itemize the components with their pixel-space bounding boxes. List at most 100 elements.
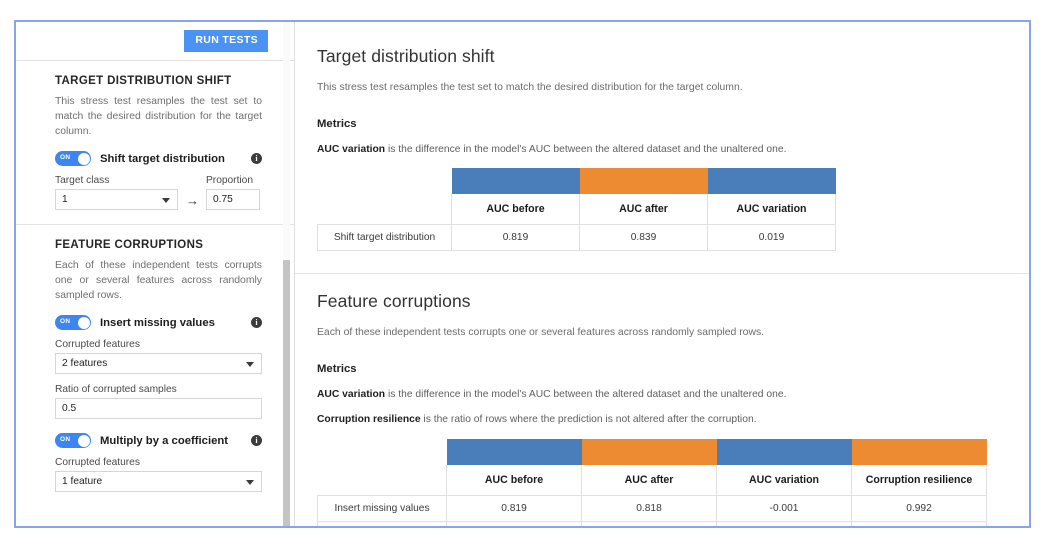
table-row: Shift target distribution 0.819 0.839 0.… — [317, 224, 836, 252]
toggle-knob — [77, 434, 90, 447]
cell-auc-before: 0.819 — [446, 495, 582, 523]
corrupted-features-value: 1 feature — [62, 476, 103, 488]
section-target-distribution-shift: Target distribution shift This stress te… — [295, 22, 1029, 273]
panel-description: Each of these independent tests corrupts… — [55, 260, 262, 302]
row-label: Shift target distribution — [317, 224, 452, 252]
section-description: Each of these independent tests corrupts… — [317, 327, 765, 339]
toggle-label: Multiply by a coefficient — [100, 434, 229, 447]
metric-definition-auc-variation: AUC variation is the difference in the m… — [317, 143, 1009, 157]
accent-auc-before — [446, 438, 582, 465]
cell-auc-after: 0.818 — [581, 495, 717, 523]
accent-corner — [318, 168, 452, 194]
metric-definition-corruption-resilience: Corruption resilience is the ratio of ro… — [317, 413, 1009, 427]
sidebar-content: RUN TESTS TARGET DISTRIBUTION SHIFT This… — [16, 22, 294, 506]
table-header-row: AUC before AUC after AUC variation — [318, 193, 836, 226]
cell-auc-after: 0.839 — [579, 224, 708, 252]
section-title: Target distribution shift — [317, 46, 495, 66]
table-accent-row — [318, 438, 987, 465]
table-row: Multiply by a coefficient 0.819 0.817 -0… — [317, 521, 987, 526]
table-corner-cell — [318, 465, 447, 496]
accent-auc-variation — [716, 438, 852, 465]
toggle-row-shift-target-distribution: ON Shift target distribution i — [55, 151, 262, 167]
ratio-corrupted-samples-label: Ratio of corrupted samples — [55, 384, 177, 396]
info-icon[interactable]: i — [251, 153, 262, 165]
accent-auc-before — [451, 167, 580, 194]
toggle-knob — [77, 316, 90, 329]
accent-auc-after — [579, 167, 708, 194]
toggle-row-multiply-by-coefficient: ON Multiply by a coefficient i — [55, 433, 262, 449]
arrow-right-icon: → — [186, 193, 199, 209]
cell-auc-before: 0.819 — [451, 224, 580, 252]
target-class-select[interactable]: 1 — [55, 189, 178, 211]
app-window: RUN TESTS TARGET DISTRIBUTION SHIFT This… — [14, 20, 1031, 528]
row-label: Insert missing values — [317, 495, 447, 523]
info-icon[interactable]: i — [251, 317, 262, 329]
cell-auc-variation: 0.019 — [707, 224, 836, 252]
metric-text: is the ratio of rows where the predictio… — [420, 414, 757, 426]
run-tests-bar: RUN TESTS — [16, 22, 294, 60]
panel-target-distribution-shift: TARGET DISTRIBUTION SHIFT This stress te… — [16, 60, 294, 224]
corrupted-features-select-multiply[interactable]: 1 feature — [55, 471, 262, 493]
row-label: Multiply by a coefficient — [317, 521, 447, 526]
toggle-knob — [77, 152, 90, 165]
toggle-row-insert-missing-values: ON Insert missing values i — [55, 315, 262, 331]
metric-text: is the difference in the model's AUC bet… — [385, 389, 787, 401]
corrupted-features-value: 2 features — [62, 358, 108, 370]
column-header: AUC before — [451, 193, 580, 226]
ratio-corrupted-samples-value: 0.5 — [62, 403, 77, 415]
target-class-value: 1 — [62, 194, 68, 206]
accent-corner — [318, 439, 447, 465]
target-class-label: Target class — [55, 175, 110, 187]
toggle-state-label: ON — [60, 318, 71, 326]
accent-auc-after — [581, 438, 717, 465]
section-title: Feature corruptions — [317, 291, 471, 312]
cell-auc-variation: -0.001 — [716, 495, 852, 523]
proportion-input[interactable]: 0.75 — [206, 189, 260, 211]
results-table-target-shift: AUC before AUC after AUC variation Shift… — [317, 167, 836, 252]
toggle-multiply-by-coefficient[interactable]: ON — [55, 433, 91, 449]
metrics-heading: Metrics — [317, 117, 357, 130]
column-header: AUC variation — [716, 464, 852, 497]
info-icon[interactable]: i — [251, 435, 262, 447]
cell-auc-after: 0.817 — [581, 521, 717, 526]
cell-corruption-resilience: 0.996 — [851, 521, 987, 526]
chevron-down-icon — [246, 479, 254, 485]
panel-feature-corruptions: FEATURE CORRUPTIONS Each of these indepe… — [16, 224, 294, 506]
metric-definition-auc-variation: AUC variation is the difference in the m… — [317, 388, 1009, 402]
sidebar-scrollbar-thumb[interactable] — [283, 260, 290, 526]
results-content: Target distribution shift This stress te… — [295, 22, 1029, 526]
toggle-insert-missing-values[interactable]: ON — [55, 315, 91, 331]
ratio-corrupted-samples-input[interactable]: 0.5 — [55, 398, 262, 420]
table-corner-cell — [318, 194, 452, 225]
column-header: AUC before — [446, 464, 582, 497]
section-feature-corruptions: Feature corruptions Each of these indepe… — [295, 273, 1029, 526]
metric-term: AUC variation — [317, 143, 386, 155]
run-tests-button[interactable]: RUN TESTS — [184, 30, 268, 52]
accent-auc-variation — [707, 167, 836, 194]
toggle-label: Shift target distribution — [100, 152, 225, 165]
toggle-shift-target-distribution[interactable]: ON — [55, 151, 91, 167]
settings-sidebar: RUN TESTS TARGET DISTRIBUTION SHIFT This… — [16, 22, 295, 526]
corrupted-features-label: Corrupted features — [55, 339, 140, 351]
proportion-label: Proportion — [206, 175, 254, 187]
chevron-down-icon — [246, 361, 254, 367]
target-class-group: Target class 1 — [55, 175, 178, 211]
metric-term: Corruption resilience — [317, 414, 421, 426]
toggle-state-label: ON — [60, 154, 71, 162]
column-header: AUC after — [581, 464, 717, 497]
cell-corruption-resilience: 0.992 — [851, 495, 987, 523]
target-class-proportion-row: Target class 1 → Proportion 0.75 — [55, 175, 262, 211]
corrupted-features-select-missing[interactable]: 2 features — [55, 353, 262, 375]
toggle-label: Insert missing values — [100, 316, 215, 329]
panel-title: TARGET DISTRIBUTION SHIFT — [55, 75, 232, 87]
proportion-group: Proportion 0.75 — [206, 175, 260, 211]
table-row: Insert missing values 0.819 0.818 -0.001… — [317, 495, 987, 523]
column-header: AUC after — [579, 193, 708, 226]
cell-auc-variation: -0.002 — [716, 521, 852, 526]
metric-term: AUC variation — [317, 389, 386, 401]
section-description: This stress test resamples the test set … — [317, 82, 743, 93]
proportion-value: 0.75 — [213, 194, 233, 206]
column-header: AUC variation — [707, 193, 836, 226]
app-layout: RUN TESTS TARGET DISTRIBUTION SHIFT This… — [16, 22, 1029, 526]
panel-description: This stress test resamples the test set … — [55, 96, 262, 138]
